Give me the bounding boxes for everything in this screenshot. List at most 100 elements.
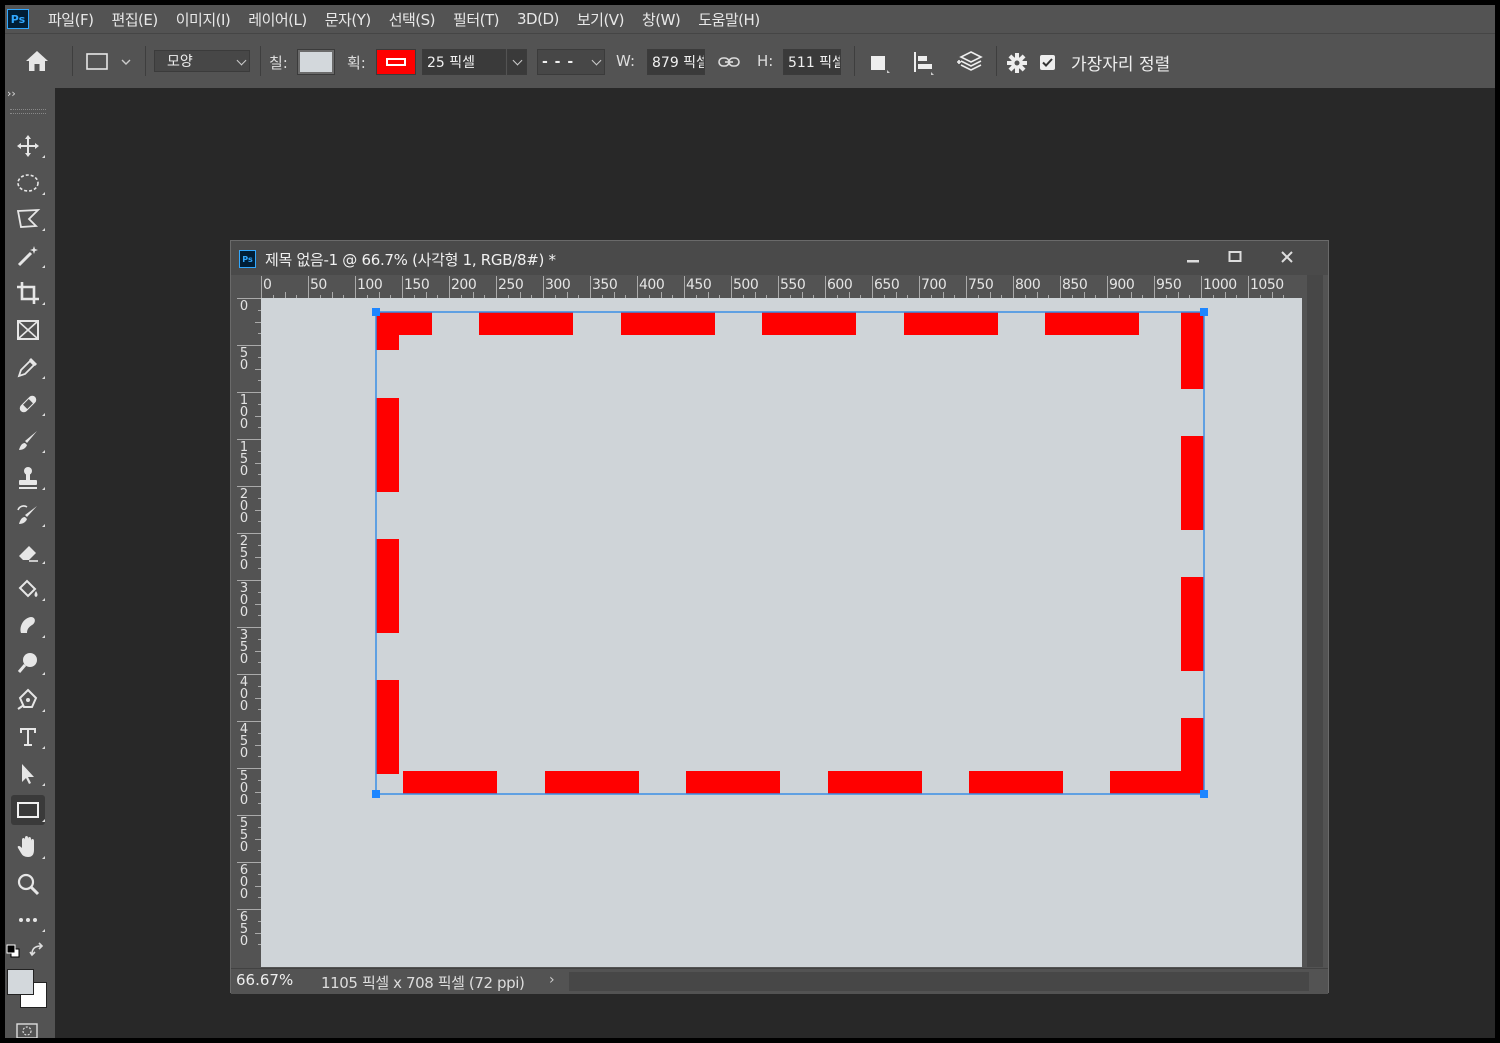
eraser-tool[interactable] [11, 537, 45, 567]
ruler-tick [966, 276, 967, 298]
ruler-label: 550 [780, 277, 806, 293]
link-icon[interactable] [718, 53, 740, 71]
pen-tool[interactable] [11, 685, 45, 715]
magic-wand-icon [17, 246, 38, 267]
close-button[interactable] [1268, 244, 1306, 270]
ruler-tick [543, 276, 544, 298]
document-tab[interactable]: Ps 제목 없음-1 @ 66.7% (사각형 1, RGB/8#) * [231, 241, 1328, 275]
path-operations-icon[interactable] [867, 50, 893, 76]
ruler-tick [1201, 276, 1202, 298]
type-tool[interactable] [11, 722, 45, 752]
ruler-label: 650 [874, 277, 900, 293]
width-value: 879 픽셀 [652, 55, 705, 71]
separator [854, 46, 855, 76]
path-alignment-icon[interactable] [911, 49, 937, 77]
ruler-label: 350 [592, 277, 618, 293]
clone-stamp-tool[interactable] [11, 463, 45, 493]
status-bar: 66.67% 1105 픽셀 x 708 픽셀 (72 ppi) › [231, 968, 1328, 994]
menu-file[interactable]: 파일(F) [39, 9, 102, 30]
rectangle-tool[interactable] [11, 795, 45, 825]
edit-toolbar[interactable] [11, 905, 45, 935]
ruler-label: 850 [1062, 277, 1088, 293]
crop-tool[interactable] [11, 278, 45, 308]
photoshop-window: Ps 파일(F) 편집(E) 이미지(I) 레이어(L) 문자(Y) 선택(S)… [5, 5, 1495, 1038]
vertical-scrollbar[interactable] [1307, 275, 1323, 967]
canvas[interactable] [261, 298, 1302, 967]
vertical-ruler[interactable]: 0 50 100 150 200 250 300 350 400 450 500 550 600 650 [236, 298, 261, 967]
menu-view[interactable]: 보기(V) [568, 9, 633, 30]
quick-mask-icon[interactable] [16, 1023, 38, 1038]
rectangle-shape-layer[interactable] [261, 298, 1302, 967]
stroke-width-field[interactable]: 25 픽셀 [422, 49, 506, 75]
stroke-swatch[interactable] [376, 49, 416, 75]
ruler-label: 800 [1015, 277, 1041, 293]
tools-panel: ›› [5, 87, 55, 1038]
smudge-tool[interactable] [11, 611, 45, 641]
menu-image[interactable]: 이미지(I) [167, 9, 240, 30]
swap-colors-icon[interactable] [29, 942, 45, 958]
ruler-label: 50 [310, 277, 327, 293]
frame-tool[interactable] [11, 315, 45, 345]
menu-select[interactable]: 선택(S) [380, 9, 444, 30]
tool-preset-picker[interactable] [85, 50, 135, 74]
menu-3d[interactable]: 3D(D) [508, 10, 568, 28]
align-edges-label: 가장자리 정렬 [1071, 55, 1171, 75]
menu-filter[interactable]: 필터(T) [444, 9, 508, 30]
default-colors-icon[interactable] [6, 943, 20, 958]
foreground-color-swatch[interactable] [7, 969, 34, 995]
panel-collapse-icon[interactable]: ›› [7, 87, 16, 100]
menu-type[interactable]: 문자(Y) [316, 9, 380, 30]
menu-layer[interactable]: 레이어(L) [239, 9, 315, 30]
canvas-area[interactable] [261, 298, 1323, 967]
magic-wand-tool[interactable] [11, 241, 45, 271]
healing-brush-tool[interactable] [11, 389, 45, 419]
menu-help[interactable]: 도움말(H) [689, 9, 768, 30]
stroke-width-dropdown[interactable] [507, 49, 527, 75]
ruler-label: 550 [239, 816, 249, 855]
menu-edit[interactable]: 편집(E) [102, 9, 166, 30]
ruler-origin[interactable] [236, 275, 261, 298]
gear-icon[interactable] [1005, 51, 1029, 75]
tool-mode-dropdown[interactable]: 모양 [154, 50, 250, 72]
stroke-type-dropdown[interactable]: - - - [537, 49, 605, 75]
horizontal-scrollbar[interactable] [569, 972, 1309, 991]
panel-grip[interactable] [10, 109, 46, 114]
maximize-button[interactable] [1216, 244, 1254, 270]
document-info[interactable]: 1105 픽셀 x 708 픽셀 (72 ppi) [321, 972, 525, 993]
ruler-label: 250 [239, 534, 249, 573]
stroke-width-value: 25 픽셀 [427, 55, 476, 71]
minimize-button[interactable] [1174, 244, 1212, 270]
paint-bucket-tool[interactable] [11, 574, 45, 604]
eyedropper-tool[interactable] [11, 352, 45, 382]
ruler-tick [731, 276, 732, 298]
fill-color [300, 52, 332, 72]
fill-swatch[interactable] [297, 49, 335, 75]
zoom-level-field[interactable]: 66.67% [236, 971, 302, 991]
elliptical-marquee-tool[interactable] [11, 168, 45, 198]
history-brush-tool[interactable] [11, 500, 45, 530]
polygonal-lasso-tool[interactable] [11, 204, 45, 234]
ruler-tick [496, 276, 497, 298]
separator [72, 46, 73, 76]
path-selection-tool[interactable] [11, 759, 45, 789]
align-edges-checkbox[interactable] [1040, 55, 1055, 70]
chevron-right-icon[interactable]: › [549, 972, 555, 988]
chevron-down-icon [512, 55, 523, 66]
height-field[interactable]: 511 픽셀 [783, 49, 841, 75]
path-arrangement-icon[interactable] [955, 48, 987, 78]
ruler-tick [825, 276, 826, 298]
move-tool[interactable] [11, 131, 45, 161]
ruler-tick [1060, 276, 1061, 298]
brush-tool[interactable] [11, 426, 45, 456]
ruler-tick [919, 276, 920, 298]
hand-tool[interactable] [11, 832, 45, 862]
photoshop-logo[interactable]: Ps [7, 9, 29, 29]
zoom-tool[interactable] [11, 869, 45, 899]
dodge-tool[interactable] [11, 648, 45, 678]
menu-window[interactable]: 창(W) [633, 9, 689, 30]
lasso-icon [16, 208, 41, 228]
ruler-label: 100 [239, 393, 249, 432]
width-field[interactable]: 879 픽셀 [647, 49, 705, 75]
home-icon[interactable] [24, 49, 50, 73]
horizontal-ruler[interactable]: 0 50 100 150 200 250 300 350 400 450 500 550 600 650 7… [261, 275, 1323, 298]
